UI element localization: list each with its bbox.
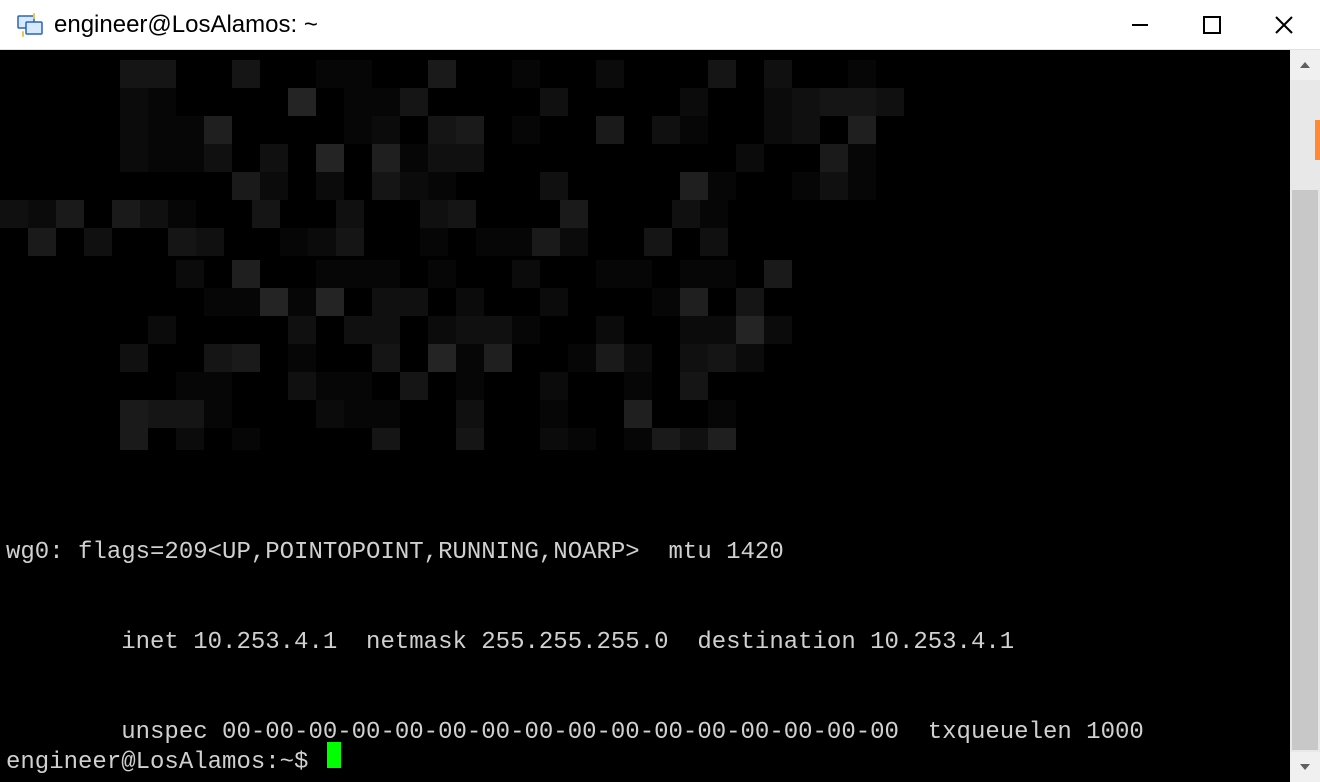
terminal-output: wg0: flags=209<UP,POINTOPOINT,RUNNING,NO…	[6, 478, 1290, 782]
window-title: engineer@LosAlamos: ~	[54, 11, 1104, 39]
window-controls	[1104, 0, 1320, 49]
scroll-down-button[interactable]	[1290, 752, 1320, 782]
prompt-line[interactable]: engineer@LosAlamos:~$	[6, 742, 341, 778]
scrollbar-accent-marker	[1315, 120, 1320, 160]
scrollbar-thumb[interactable]	[1292, 190, 1318, 750]
output-line: wg0: flags=209<UP,POINTOPOINT,RUNNING,NO…	[6, 538, 1290, 568]
scroll-up-button[interactable]	[1290, 50, 1320, 80]
minimize-button[interactable]	[1104, 0, 1176, 49]
window-titlebar: engineer@LosAlamos: ~	[0, 0, 1320, 50]
vertical-scrollbar[interactable]	[1290, 50, 1320, 782]
close-button[interactable]	[1248, 0, 1320, 49]
scrollbar-track[interactable]	[1290, 80, 1320, 752]
redacted-output-region	[0, 50, 1290, 450]
output-line: inet 10.253.4.1 netmask 255.255.255.0 de…	[6, 628, 1290, 658]
putty-icon	[14, 9, 46, 41]
terminal[interactable]: wg0: flags=209<UP,POINTOPOINT,RUNNING,NO…	[0, 50, 1290, 782]
cursor	[327, 742, 341, 768]
prompt-text: engineer@LosAlamos:~$	[6, 748, 323, 778]
client-area: wg0: flags=209<UP,POINTOPOINT,RUNNING,NO…	[0, 50, 1320, 782]
maximize-button[interactable]	[1176, 0, 1248, 49]
